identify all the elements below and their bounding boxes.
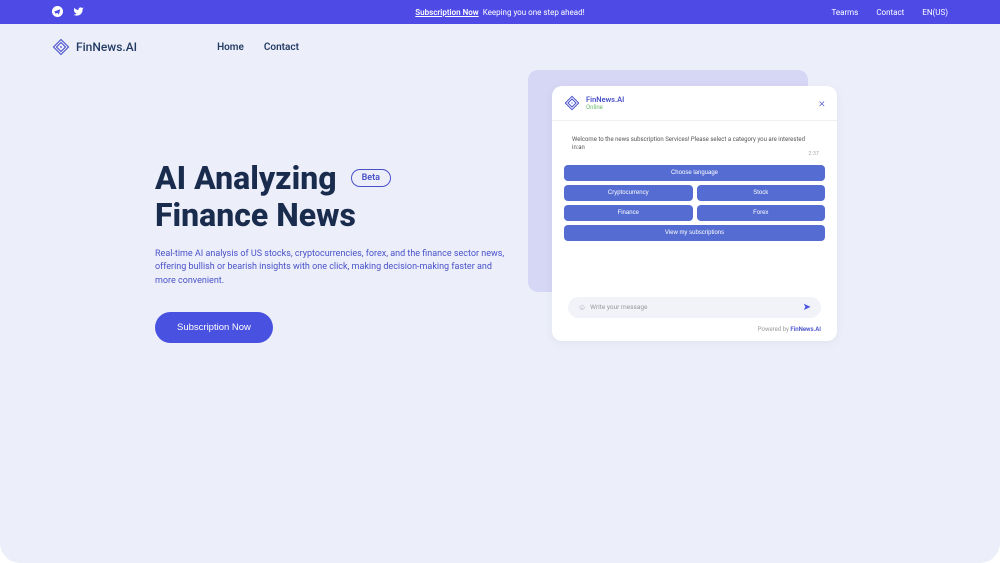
twitter-icon[interactable] xyxy=(73,6,84,19)
brand-name: FinNews.AI xyxy=(76,40,137,54)
chat-footer: Powered by FinNews.AI xyxy=(552,324,837,341)
language-selector[interactable]: EN(US) xyxy=(922,8,948,17)
top-announcement-bar: Subscription Now Keeping you one step ah… xyxy=(0,0,1000,24)
send-icon[interactable]: ➤ xyxy=(803,302,811,313)
beta-badge: Beta xyxy=(351,169,391,187)
hero-section: AI Analyzing Beta Finance News Real-time… xyxy=(0,70,1000,343)
chat-header: FinNews.AI Online × xyxy=(552,86,837,121)
chat-status: Online xyxy=(586,104,624,111)
chat-input-area: ☺ Write your message ➤ xyxy=(552,293,837,324)
close-icon[interactable]: × xyxy=(819,96,825,110)
nav-links: Home Contact xyxy=(217,42,299,53)
topbar-links: Tearms Contact EN(US) xyxy=(831,8,948,17)
chat-welcome-message: Welcome to the news subscription Service… xyxy=(564,131,825,157)
chat-body: Welcome to the news subscription Service… xyxy=(552,121,837,251)
crypto-button[interactable]: Cryptocurrency xyxy=(564,185,693,201)
chat-timestamp: 2:37 xyxy=(808,151,819,158)
subscription-link[interactable]: Subscription Now xyxy=(415,8,478,17)
social-links xyxy=(52,6,84,19)
hero-description: Real-time AI analysis of US stocks, cryp… xyxy=(155,248,505,289)
announcement-text: Subscription Now Keeping you one step ah… xyxy=(415,8,584,17)
view-subscriptions-button[interactable]: View my subscriptions xyxy=(564,225,825,241)
contact-link[interactable]: Contact xyxy=(876,8,904,17)
hero-content: AI Analyzing Beta Finance News Real-time… xyxy=(155,160,505,343)
announcement-tagline: Keeping you one step ahead! xyxy=(483,8,585,17)
hero-title-line1: AI Analyzing xyxy=(155,160,337,197)
stock-button[interactable]: Stock xyxy=(697,185,826,201)
chat-window: FinNews.AI Online × Welcome to the news … xyxy=(552,86,837,341)
subscription-button[interactable]: Subscription Now xyxy=(155,312,273,343)
telegram-icon[interactable] xyxy=(52,6,63,19)
chat-input-placeholder: Write your message xyxy=(590,303,798,311)
emoji-icon[interactable]: ☺ xyxy=(578,303,586,312)
forex-button[interactable]: Forex xyxy=(697,205,826,221)
chat-logo-icon xyxy=(564,95,580,111)
logo-icon xyxy=(52,38,70,56)
chat-input[interactable]: ☺ Write your message ➤ xyxy=(568,297,821,318)
choose-language-button[interactable]: Choose language xyxy=(564,165,825,181)
terms-link[interactable]: Tearms xyxy=(831,8,858,17)
hero-illustration: FinNews.AI Online × Welcome to the news … xyxy=(520,46,805,301)
chat-brand: FinNews.AI xyxy=(586,95,624,104)
nav-contact[interactable]: Contact xyxy=(264,42,299,53)
hero-title-line2: Finance News xyxy=(155,196,356,234)
finance-button[interactable]: Finance xyxy=(564,205,693,221)
main-navbar: FinNews.AI Home Contact xyxy=(0,24,1000,70)
brand-logo[interactable]: FinNews.AI xyxy=(52,38,137,56)
nav-home[interactable]: Home xyxy=(217,42,244,53)
powered-by-brand[interactable]: FinNews.AI xyxy=(790,326,821,333)
